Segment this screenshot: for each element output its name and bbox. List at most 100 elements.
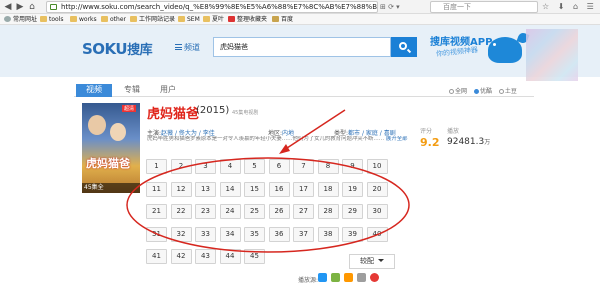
browser-tool-icons[interactable]: ☆ ⬇ ⌂ ☰ (542, 1, 600, 13)
folder-icon (40, 16, 47, 22)
episode-grid: 1 2 3 4 5 6 7 8 9 10 11 12 13 14 15 16 17 18 19 20 21 22 23 24 2… (146, 159, 396, 264)
episode-button[interactable]: 43 (195, 249, 216, 264)
episode-button[interactable]: 1 (146, 159, 167, 174)
menu-icon (175, 44, 182, 50)
episode-button[interactable]: 38 (317, 226, 339, 242)
bookmark-item[interactable]: tools (40, 15, 64, 24)
episode-button[interactable]: 31 (146, 226, 167, 242)
episode-button[interactable]: 17 (293, 181, 314, 197)
episode-button[interactable]: 19 (342, 181, 363, 197)
episode-button[interactable]: 44 (219, 249, 241, 264)
episode-button[interactable]: 33 (195, 226, 216, 242)
poster-title: 虎妈猫爸 (86, 157, 130, 170)
episode-button[interactable]: 25 (244, 204, 265, 219)
search-placeholder: 百度一下 (443, 3, 471, 11)
blurred-ad-image (526, 29, 578, 81)
youku-icon[interactable] (318, 273, 327, 282)
episode-button[interactable]: 3 (195, 159, 216, 174)
tencent-icon[interactable] (344, 273, 353, 282)
episode-button[interactable]: 5 (244, 159, 265, 174)
show-type-note: 45集电视剧 (232, 110, 259, 116)
platform-label: 播放源: (298, 277, 319, 284)
episode-button[interactable]: 11 (146, 181, 167, 197)
url-tools: ⊞ ⟳ ▾ (380, 3, 400, 11)
episode-button[interactable]: 7 (293, 159, 314, 174)
channel-button[interactable]: 频道 (175, 42, 200, 53)
gear-icon (4, 16, 11, 22)
episode-button[interactable]: 27 (293, 204, 314, 219)
episode-button[interactable]: 45 (244, 249, 265, 264)
episode-button[interactable]: 9 (342, 159, 363, 174)
show-poster[interactable]: 超清 虎妈猫爸 (82, 103, 140, 193)
episode-button[interactable]: 34 (219, 226, 241, 242)
episode-button[interactable]: 13 (195, 181, 216, 197)
episode-button[interactable]: 39 (342, 226, 363, 242)
back-icon[interactable]: ◀ (3, 2, 13, 12)
more-episodes-button[interactable]: 较配 (349, 254, 395, 269)
show-description: 虎妈毕胜男和猫爸罗素原本是一对令人羡慕的年轻小夫妻……他们为了女儿的教育问题冲突… (147, 136, 408, 142)
bookmark-item[interactable]: works (70, 15, 97, 24)
episode-button[interactable]: 26 (268, 204, 290, 219)
lock-icon (50, 4, 57, 10)
bookmark-item[interactable]: SEM (178, 15, 200, 24)
radio-tudou[interactable] (498, 89, 504, 94)
episode-button[interactable]: 16 (268, 181, 290, 197)
browser-search-input[interactable]: 百度一下 (430, 1, 538, 13)
episode-button[interactable]: 35 (244, 226, 265, 242)
episode-button[interactable]: 15 (244, 181, 265, 197)
letv-icon[interactable] (370, 273, 379, 282)
score-value: 9.2 (420, 136, 440, 149)
search-input[interactable]: 虎妈猫爸 (213, 37, 391, 57)
show-year: (2015) (196, 105, 230, 116)
episode-button[interactable]: 28 (317, 204, 339, 219)
score-label: 评分 (420, 128, 433, 135)
expand-link[interactable]: 展开全部 (386, 136, 408, 142)
radio-youku[interactable] (473, 89, 479, 94)
bookmark-item[interactable]: 夏叶 (203, 15, 224, 24)
soku-logo[interactable]: SOKU搜库 (82, 39, 153, 58)
episode-button[interactable]: 37 (293, 226, 314, 242)
episode-button[interactable]: 4 (219, 159, 241, 174)
episode-button[interactable]: 42 (170, 249, 192, 264)
url-bar[interactable]: http://www.soku.com/search_video/q_%E8%9… (46, 1, 378, 13)
tab-album[interactable]: 专辑 (114, 84, 150, 97)
radio-all[interactable] (449, 89, 454, 94)
bookmark-item[interactable]: 工作网站记录 (130, 15, 175, 24)
folder-icon (70, 16, 77, 22)
episode-button[interactable]: 21 (146, 204, 167, 219)
episode-button[interactable]: 8 (317, 159, 339, 174)
episode-button[interactable]: 36 (268, 226, 290, 242)
episode-count-badge: 45集全 (82, 183, 140, 193)
episode-button[interactable]: 29 (342, 204, 363, 219)
episode-button[interactable]: 14 (219, 181, 241, 197)
episode-button[interactable]: 6 (268, 159, 290, 174)
tab-user[interactable]: 用户 (150, 84, 186, 97)
bookmark-item[interactable]: 整理收藏夹 (228, 15, 267, 24)
tab-video[interactable]: 视频 (76, 84, 112, 97)
bookmark-item[interactable]: other (101, 15, 126, 24)
bookmark-item[interactable]: 常用网址 (4, 15, 37, 24)
episode-button[interactable]: 30 (366, 204, 388, 219)
search-button[interactable] (391, 37, 417, 57)
plays-value: 92481.3万 (447, 137, 491, 147)
home-icon[interactable]: ⌂ (27, 2, 37, 12)
episode-button[interactable]: 32 (170, 226, 192, 242)
episode-button[interactable]: 41 (146, 249, 167, 264)
show-title[interactable]: 虎妈猫爸 (147, 103, 199, 122)
folder-icon (178, 16, 185, 22)
episode-button[interactable]: 40 (366, 226, 388, 242)
bookmark-item[interactable]: 百度 (272, 15, 293, 24)
episode-button[interactable]: 18 (317, 181, 339, 197)
iqiyi-icon[interactable] (331, 273, 340, 282)
episode-button[interactable]: 10 (366, 159, 388, 174)
episode-button[interactable]: 22 (170, 204, 192, 219)
episode-button[interactable]: 24 (219, 204, 241, 219)
episode-button[interactable]: 12 (170, 181, 192, 197)
folder-icon (130, 16, 137, 22)
episode-button[interactable]: 20 (366, 181, 388, 197)
episode-button[interactable]: 2 (170, 159, 192, 174)
forward-icon[interactable]: ▶ (15, 2, 25, 12)
episode-button[interactable]: 23 (195, 204, 216, 219)
sohu-icon[interactable] (357, 273, 366, 282)
page-icon (272, 16, 279, 22)
